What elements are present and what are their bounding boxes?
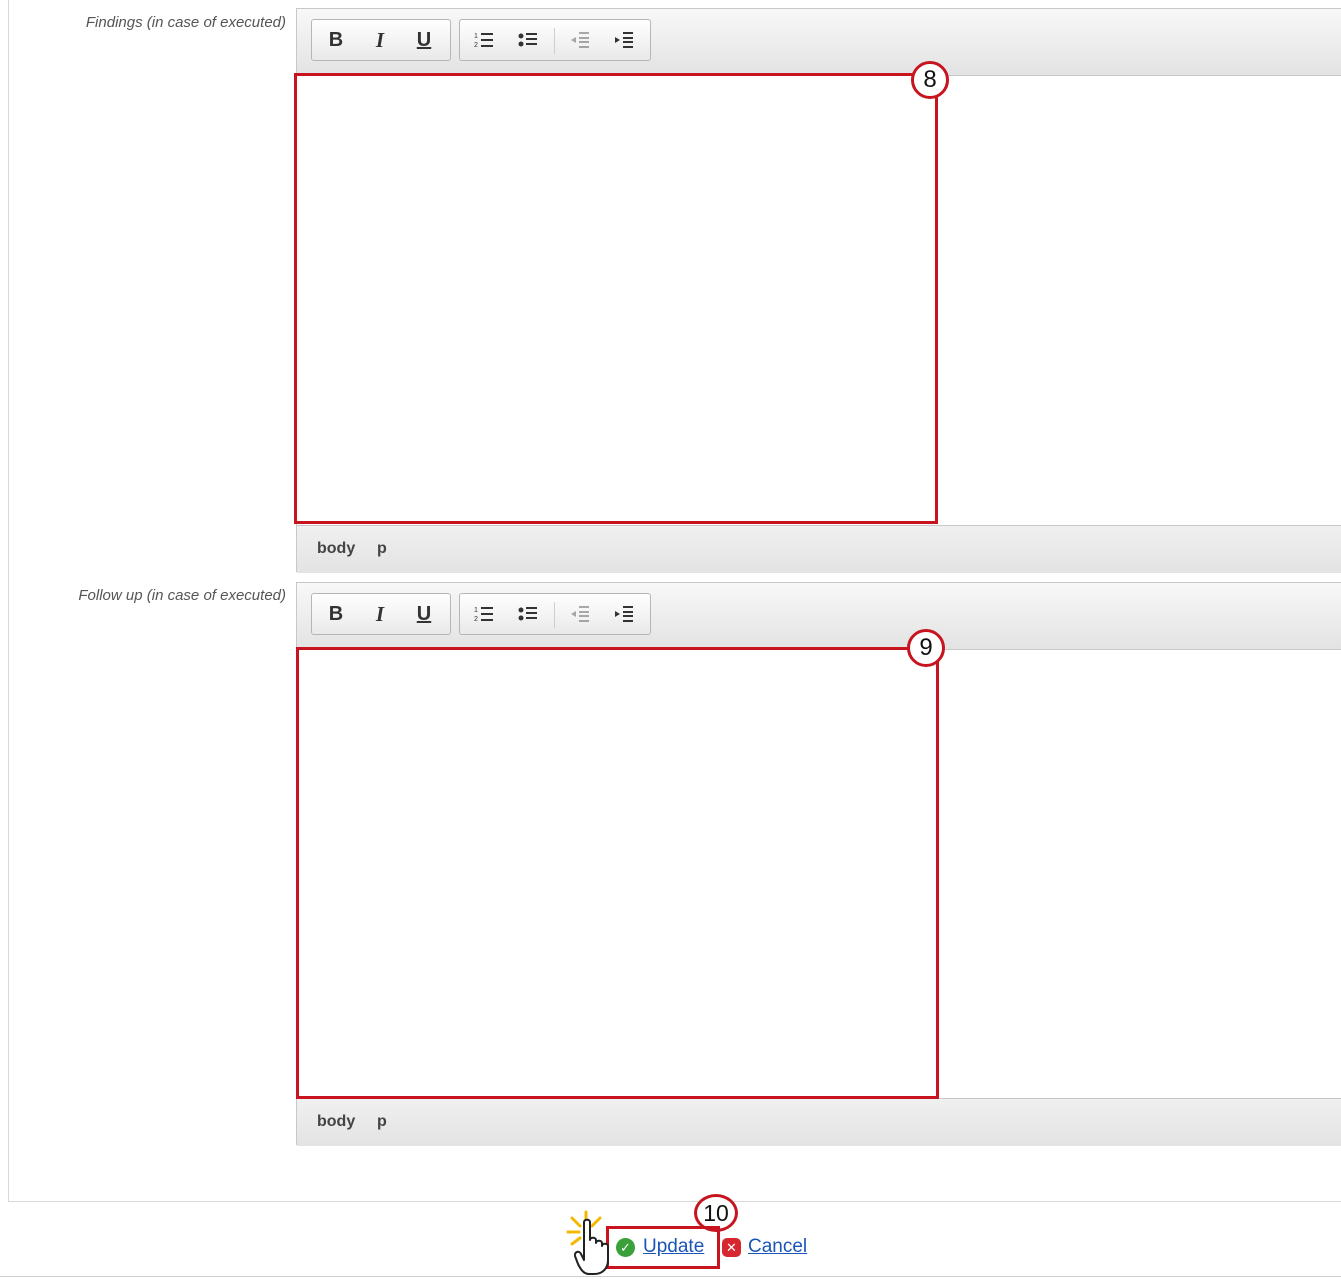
follow-up-label: Follow up (in case of executed) (78, 587, 286, 604)
follow-up-toolbar: B I U 12 (297, 583, 1341, 650)
unordered-list-icon (518, 607, 537, 621)
outdent-button[interactable] (560, 594, 600, 634)
bold-icon: B (328, 602, 344, 625)
toolbar-separator (554, 28, 555, 54)
status-tag-body[interactable]: body (317, 1113, 355, 1131)
callout-8: 8 (911, 61, 949, 99)
status-tag-body[interactable]: body (317, 540, 355, 558)
toolbar-separator (554, 602, 555, 628)
svg-text:2: 2 (474, 42, 478, 49)
list-group: 12 (459, 593, 651, 635)
ordered-list-button[interactable]: 12 (464, 594, 504, 634)
unordered-list-icon (518, 33, 537, 47)
outdent-icon (571, 32, 589, 48)
status-tag-p[interactable]: p (377, 540, 387, 558)
indent-button[interactable] (604, 594, 644, 634)
format-group: B I U (311, 19, 451, 61)
list-group: 12 (459, 19, 651, 61)
ordered-list-icon: 12 (474, 607, 493, 623)
hand-pointer-icon (574, 1218, 609, 1275)
underline-icon: U (416, 602, 432, 625)
ordered-list-button[interactable]: 12 (464, 20, 504, 60)
findings-toolbar: B I U 12 (297, 9, 1341, 76)
update-button[interactable]: Update (643, 1236, 704, 1258)
unordered-list-button[interactable] (508, 20, 548, 60)
indent-icon (615, 606, 633, 622)
bold-button[interactable]: B (316, 20, 356, 60)
outdent-icon (571, 606, 589, 622)
unordered-list-button[interactable] (508, 594, 548, 634)
svg-text:2: 2 (474, 616, 478, 623)
ordered-list-icon: 12 (474, 33, 493, 49)
findings-editor: B I U 12 body p (296, 8, 1341, 573)
indent-button[interactable] (604, 20, 644, 60)
italic-button[interactable]: I (360, 20, 400, 60)
cancel-button[interactable]: Cancel (748, 1236, 807, 1258)
underline-button[interactable]: U (404, 594, 444, 634)
follow-up-text-area[interactable] (297, 650, 1341, 1098)
follow-up-editor: B I U 12 body p (296, 582, 1341, 1146)
bold-icon: B (328, 28, 344, 51)
check-circle-icon[interactable]: ✓ (616, 1238, 635, 1257)
underline-icon: U (416, 28, 432, 51)
italic-icon: I (375, 601, 385, 626)
footer-divider (0, 1276, 1341, 1277)
underline-button[interactable]: U (404, 20, 444, 60)
follow-up-status-path: body p (297, 1098, 1341, 1146)
x-circle-icon[interactable]: ✕ (722, 1238, 741, 1257)
italic-button[interactable]: I (360, 594, 400, 634)
callout-10: 10 (694, 1194, 738, 1232)
svg-text:1: 1 (474, 33, 478, 40)
bold-button[interactable]: B (316, 594, 356, 634)
svg-text:1: 1 (474, 607, 478, 614)
outdent-button[interactable] (560, 20, 600, 60)
callout-9: 9 (907, 629, 945, 667)
status-tag-p[interactable]: p (377, 1113, 387, 1131)
findings-label: Findings (in case of executed) (85, 14, 286, 31)
indent-icon (615, 32, 633, 48)
findings-status-path: body p (297, 525, 1341, 573)
format-group: B I U (311, 593, 451, 635)
italic-icon: I (375, 27, 385, 52)
findings-text-area[interactable] (297, 76, 1341, 526)
